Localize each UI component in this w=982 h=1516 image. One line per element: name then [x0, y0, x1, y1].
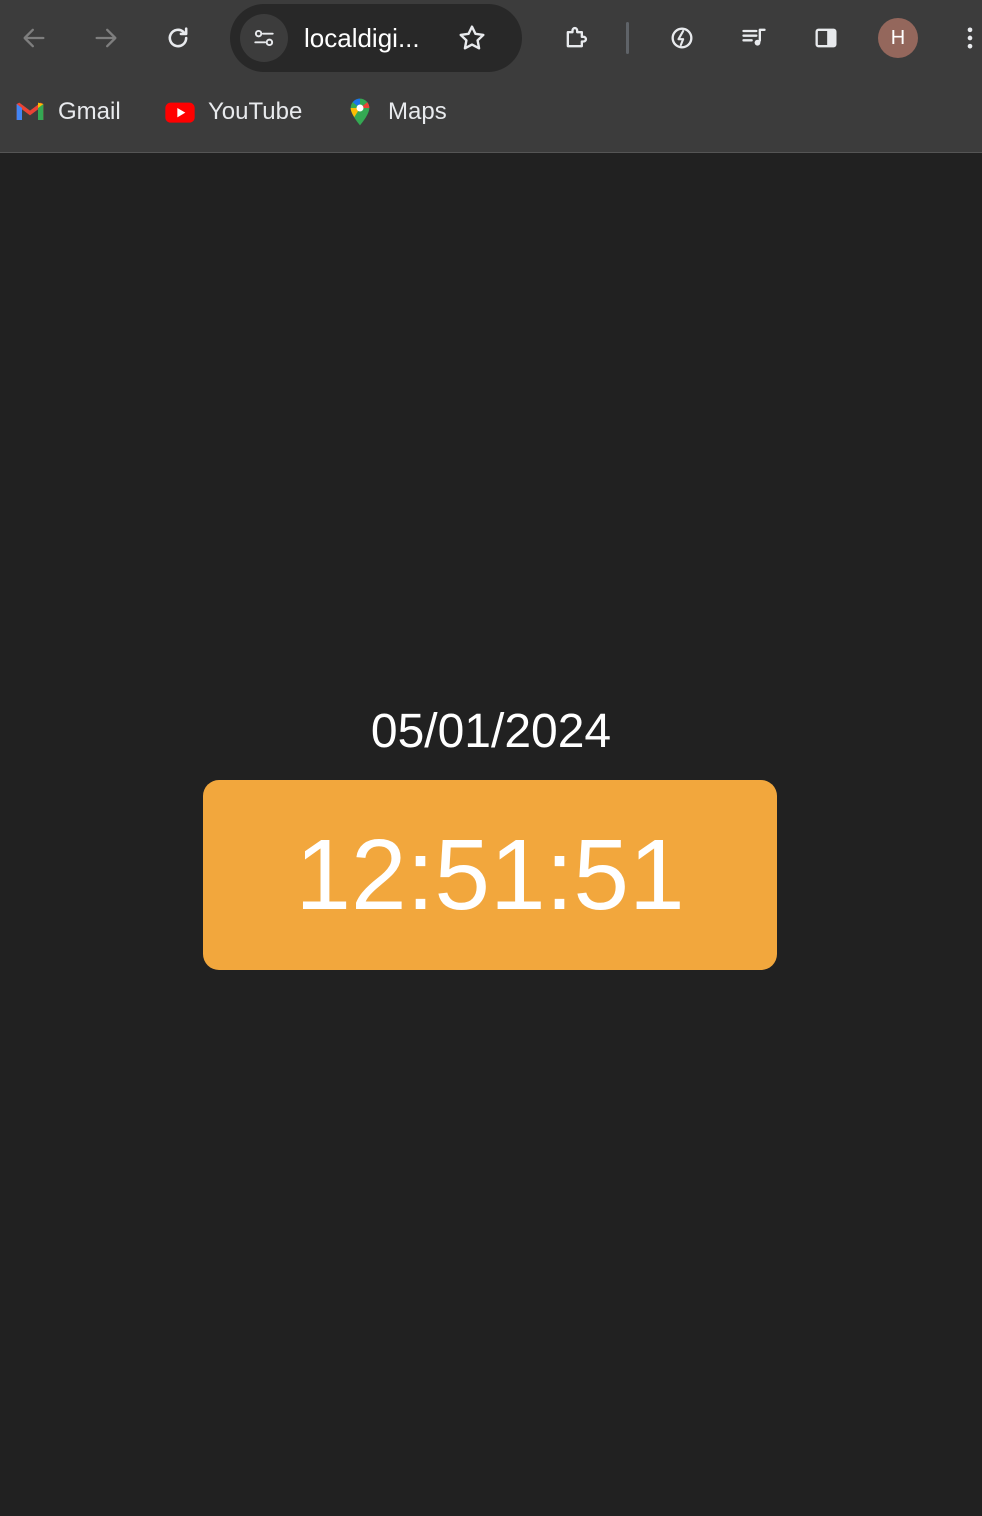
bookmarks-bar — [0, 76, 982, 153]
address-bar[interactable]: localdigi... — [230, 4, 522, 72]
maps-icon — [350, 98, 370, 126]
digital-clock: 12:51:51 — [203, 780, 777, 970]
bookmark-label: YouTube — [208, 98, 303, 125]
more-vert-icon — [967, 27, 973, 49]
side-panel-icon — [815, 28, 837, 48]
bookmark-gmail[interactable]: Gmail — [14, 94, 121, 130]
profile-avatar[interactable]: H — [878, 18, 918, 58]
bookmark-star-button[interactable] — [452, 18, 492, 58]
toolbar-divider — [626, 22, 629, 54]
reload-icon — [168, 27, 188, 48]
time-display: 12:51:51 — [295, 819, 685, 931]
forward-button[interactable] — [82, 14, 130, 62]
date-display: 05/01/2024 — [370, 705, 612, 758]
energy-saver-icon — [671, 27, 693, 49]
extensions-button[interactable] — [552, 14, 600, 62]
bookmark-label: Gmail — [58, 98, 121, 125]
youtube-icon — [165, 102, 195, 123]
gmail-icon — [16, 102, 44, 120]
star-icon — [459, 25, 485, 50]
tune-icon — [254, 29, 274, 47]
puzzle-icon — [566, 26, 588, 48]
site-info-button[interactable] — [240, 14, 288, 62]
profile-initial: H — [890, 26, 906, 49]
arrow-right-icon — [95, 28, 117, 48]
bookmark-maps[interactable]: Maps — [344, 94, 447, 130]
side-panel-button[interactable] — [802, 14, 850, 62]
performance-button[interactable] — [658, 14, 706, 62]
queue-music-icon — [742, 28, 766, 46]
browser-menu-button[interactable] — [946, 14, 982, 62]
bookmark-youtube[interactable]: YouTube — [164, 94, 302, 130]
url-text[interactable]: localdigi... — [304, 23, 420, 54]
bookmark-label: Maps — [388, 98, 447, 125]
back-button[interactable] — [10, 14, 58, 62]
arrow-left-icon — [23, 28, 45, 48]
reload-button[interactable] — [154, 14, 202, 62]
media-controls-button[interactable] — [730, 14, 778, 62]
browser-toolbar: localdigi... H — [0, 0, 982, 76]
